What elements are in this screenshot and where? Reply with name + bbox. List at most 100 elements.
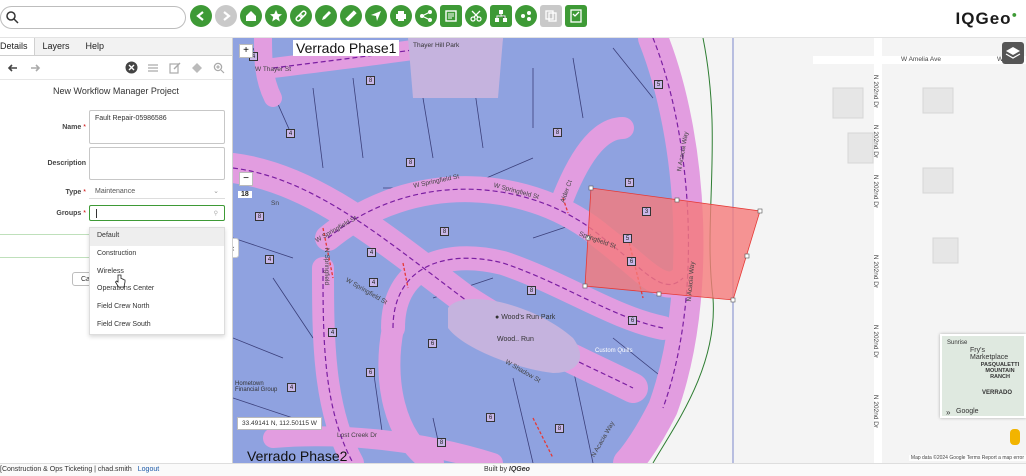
back-button[interactable] [190,5,212,27]
lot-number: 6 [627,257,636,266]
panel-collapse-button[interactable]: ‹ [233,238,239,258]
direction-button[interactable] [186,59,208,77]
app-window: IQGeo● Details Layers Help New Workflow … [0,0,1026,476]
type-label: Type * [65,189,86,196]
lot-number: 4 [369,278,378,287]
workflow-button[interactable] [440,5,462,27]
connect-button[interactable] [515,5,537,27]
print-button[interactable] [390,5,412,27]
link-button[interactable] [290,5,312,27]
map-view[interactable]: Verrado Phase1 Verrado Phase2 W Thayer S… [233,38,1026,463]
share-icon [420,10,432,22]
lot-number: 6 [486,413,495,422]
network-button[interactable] [490,5,512,27]
lot-number: 8 [527,286,536,295]
lot-number: 4 [265,255,274,264]
text-cursor [96,209,97,218]
place-thayer-park: Thayer Hill Park [413,42,460,49]
back-icon [196,11,204,21]
cut-button[interactable] [465,5,487,27]
diamond-arrow-icon [192,62,202,73]
navigate-button[interactable] [365,5,387,27]
street-label-springfield-n: N Springfield [323,247,331,286]
street-view-pegman-icon[interactable] [1010,429,1020,445]
panel-back-button[interactable] [2,59,24,77]
arrow-left-icon [7,63,17,72]
close-circle-icon [125,61,137,74]
street-label-lost-creek: Lost Creek Dr [337,432,378,439]
minimap-frys: Fry's Marketplace [970,347,1009,361]
zoom-in-button[interactable]: + [239,44,253,58]
built-by: Built by IQGeo [484,466,530,473]
edit-feature-button[interactable] [164,59,186,77]
edit-button[interactable] [315,5,337,27]
measure-button[interactable] [340,5,362,27]
lot-number: 6 [428,339,437,348]
coordinates-readout: 33.49141 N, 112.50115 W [237,417,322,430]
hand-cursor-icon [114,274,126,288]
name-field[interactable]: Fault Repair-05986586 [89,110,225,144]
lot-number: 8 [437,438,446,447]
street-label-202-1: N 202nd Dr [872,74,880,109]
tab-details[interactable]: Details [0,38,35,55]
description-field[interactable] [89,147,225,180]
lot-number: 5 [654,80,663,89]
tool-buttons [190,5,587,27]
option-operations-center[interactable]: Operations Center [90,281,224,299]
panel-close-button[interactable] [120,59,142,77]
star-icon [270,10,282,22]
share-button[interactable] [415,5,437,27]
groups-input[interactable]: ⚲ [89,205,225,221]
minimap[interactable]: Sunrise Fry's Marketplace PASQUALETTI MO… [940,334,1026,418]
option-field-crew-south[interactable]: Field Crew South [90,317,224,335]
map-attribution: Map data ©2024 Google Terms Report a map… [908,455,1026,461]
notes-button[interactable] [565,5,587,27]
bookmark-button[interactable] [265,5,287,27]
zoom-to-button[interactable] [208,59,230,77]
logout-link[interactable]: Logout [138,466,159,473]
minimap-verrado: VERRADO [982,390,1013,396]
connect-icon [521,11,531,21]
form-divider-box [0,234,90,258]
zoom-level-indicator: 18 [238,191,252,198]
option-wireless[interactable]: Wireless [90,264,224,282]
lot-number: 6 [628,316,637,325]
copy-button[interactable] [540,5,562,27]
zoom-out-button[interactable]: − [239,172,253,186]
place-hometown: Hometown Financial Group [235,381,278,393]
tab-help[interactable]: Help [78,38,113,55]
logo-dot-icon: ● [1011,9,1018,20]
option-default[interactable]: Default [90,228,224,246]
ruler-icon [345,10,357,22]
built-by-brand: IQGeo [508,466,530,473]
lot-number: 5 [625,178,634,187]
option-field-crew-north[interactable]: Field Crew North [90,299,224,317]
search-input[interactable] [0,6,186,29]
lot-number: 4 [287,383,296,392]
type-select[interactable]: Maintenance ⌄ [89,185,225,199]
minimap-pasqualetti: PASQUALETTI MOUNTAIN RANCH [980,362,1020,380]
lot-number: 6 [366,368,375,377]
street-label-202-4: N 202nd Dr [872,254,880,289]
list-button[interactable] [142,59,164,77]
layers-button[interactable] [1002,42,1024,64]
notes-icon [570,9,582,23]
chevron-down-icon: ⌄ [213,188,219,195]
workflow-icon [445,10,457,22]
phase2-label: Verrado Phase2 [247,448,348,463]
street-label-202-5: N 202nd Dr [872,324,880,359]
layers-icon [1005,47,1021,59]
street-label-thayer: W Thayer St [255,66,292,73]
panel-forward-button[interactable] [24,59,46,77]
option-construction[interactable]: Construction [90,246,224,264]
minimap-expand-icon[interactable]: » [946,408,950,416]
lot-number: 4 [328,328,337,337]
lot-number: 4 [367,248,376,257]
home-button[interactable] [240,5,262,27]
forward-button[interactable] [215,5,237,27]
tab-layers[interactable]: Layers [35,38,78,55]
place-woods-run-2: Wood.. Run [497,336,534,343]
description-label: Description [47,160,86,167]
navigate-icon [371,11,381,21]
lot-number: 8 [366,76,375,85]
